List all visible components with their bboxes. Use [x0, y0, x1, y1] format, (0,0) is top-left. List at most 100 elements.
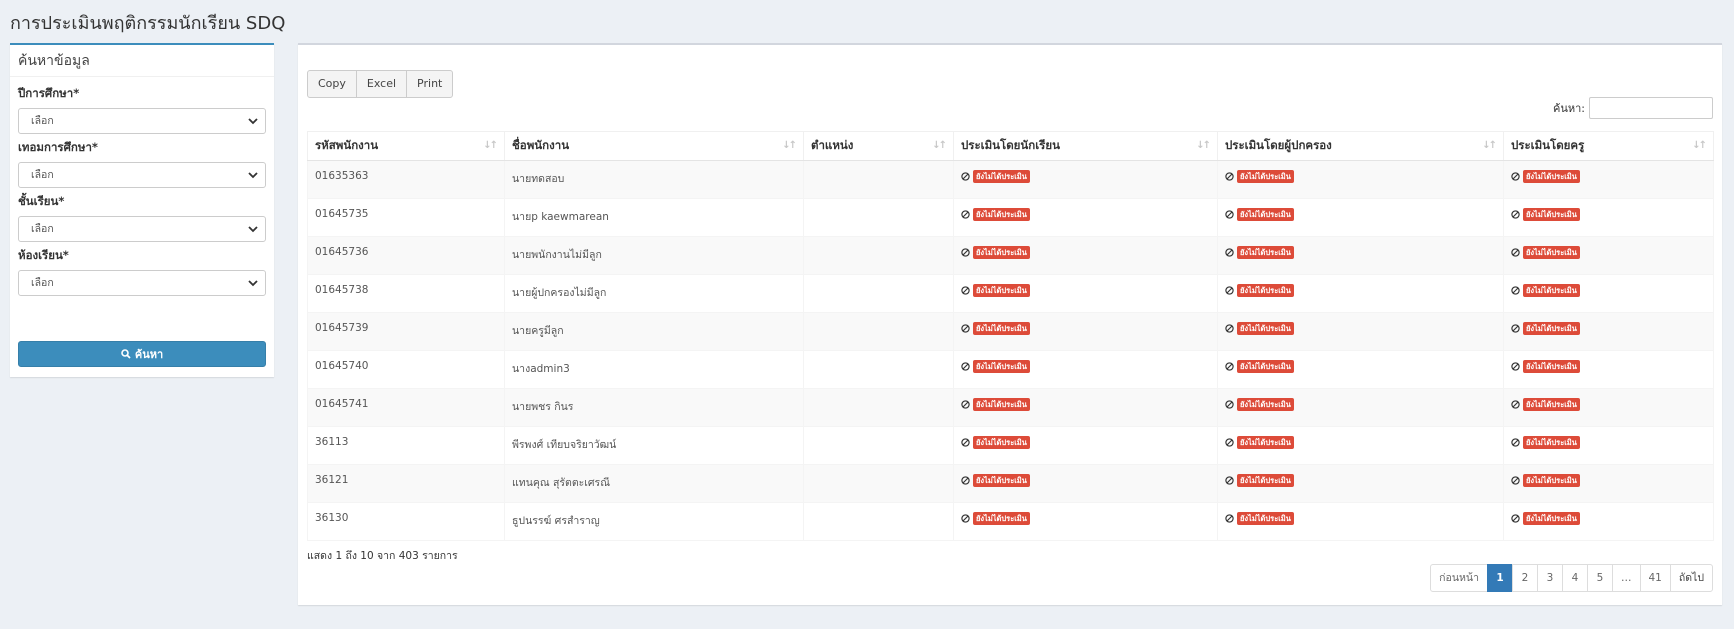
status-indicator: ยังไม่ได้ประเมิน	[1511, 360, 1706, 373]
status-indicator: ยังไม่ได้ประเมิน	[1225, 474, 1496, 487]
sort-icon: ↓↑	[932, 140, 947, 151]
cell-status-teacher: ยังไม่ได้ประเมิน	[1503, 236, 1714, 275]
cell-status-parent: ยังไม่ได้ประเมิน	[1217, 312, 1504, 351]
ban-icon	[1225, 324, 1234, 333]
table-row: 36130 ธูปนรรฆ์ ศรสำราญ ยังไม่ได้ประเมิน ยัง…	[307, 502, 1714, 541]
cell-status-parent: ยังไม่ได้ประเมิน	[1217, 426, 1504, 465]
ban-icon	[1225, 514, 1234, 523]
column-header-by-parent[interactable]: ประเมินโดยผู้ปกครอง ↓↑	[1217, 131, 1504, 161]
cell-employee-id: 01645739	[307, 312, 505, 351]
table-info: แสดง 1 ถึง 10 จาก 403 รายการ	[307, 550, 458, 562]
status-indicator: ยังไม่ได้ประเมิน	[1225, 284, 1496, 297]
cell-status-teacher: ยังไม่ได้ประเมิน	[1503, 502, 1714, 541]
pagination-page-41[interactable]: 41	[1639, 564, 1671, 592]
academic-year-value: เลือก	[31, 115, 54, 127]
grade-level-select[interactable]: เลือก	[18, 216, 266, 242]
pagination-page-3[interactable]: 3	[1537, 564, 1563, 592]
ban-icon	[961, 438, 970, 447]
not-evaluated-badge: ยังไม่ได้ประเมิน	[973, 170, 1030, 183]
cell-position	[803, 198, 954, 237]
column-header-by-teacher[interactable]: ประเมินโดยครู ↓↑	[1503, 131, 1714, 161]
cell-status-parent: ยังไม่ได้ประเมิน	[1217, 464, 1504, 503]
not-evaluated-badge: ยังไม่ได้ประเมิน	[1237, 284, 1294, 297]
cell-position	[803, 350, 954, 389]
cell-status-student: ยังไม่ได้ประเมิน	[953, 198, 1218, 237]
cell-position	[803, 160, 954, 199]
chevron-down-icon	[246, 217, 260, 241]
classroom-select[interactable]: เลือก	[18, 270, 266, 296]
excel-button[interactable]: Excel	[355, 70, 408, 98]
ban-icon	[961, 362, 970, 371]
cell-employee-name: นายp kaewmarean	[504, 198, 804, 237]
column-header-position[interactable]: ตำแหน่ง ↓↑	[803, 131, 954, 161]
status-indicator: ยังไม่ได้ประเมิน	[961, 360, 1210, 373]
ban-icon	[961, 400, 970, 409]
semester-select[interactable]: เลือก	[18, 162, 266, 188]
cell-status-teacher: ยังไม่ได้ประเมิน	[1503, 350, 1714, 389]
not-evaluated-badge: ยังไม่ได้ประเมิน	[1237, 246, 1294, 259]
cell-position	[803, 236, 954, 275]
cell-status-parent: ยังไม่ได้ประเมิน	[1217, 502, 1504, 541]
status-indicator: ยังไม่ได้ประเมิน	[961, 398, 1210, 411]
ban-icon	[961, 476, 970, 485]
pagination-next-button[interactable]: ถัดไป	[1669, 564, 1713, 592]
classroom-label: ห้องเรียน*	[18, 248, 69, 262]
table-row: 01645735 นายp kaewmarean ยังไม่ได้ประเมิน ย…	[307, 198, 1714, 237]
export-buttons: Copy Excel Print	[307, 70, 454, 98]
pagination-page-2[interactable]: 2	[1512, 564, 1538, 592]
table-header-row: รหัสพนักงาน ↓↑ ชื่อพนักงาน ↓↑ ตำแหน่ง ↓↑ ปร…	[307, 131, 1714, 161]
cell-status-student: ยังไม่ได้ประเมิน	[953, 464, 1218, 503]
cell-position	[803, 312, 954, 351]
not-evaluated-badge: ยังไม่ได้ประเมิน	[1523, 246, 1580, 259]
search-icon	[121, 349, 131, 359]
search-panel-title: ค้นหาข้อมูล	[10, 45, 274, 77]
academic-year-select[interactable]: เลือก	[18, 108, 266, 134]
not-evaluated-badge: ยังไม่ได้ประเมิน	[1237, 398, 1294, 411]
semester-group: เทอมการศึกษา* เลือก	[18, 139, 266, 188]
column-header-employee-name[interactable]: ชื่อพนักงาน ↓↑	[504, 131, 804, 161]
cell-status-teacher: ยังไม่ได้ประเมิน	[1503, 426, 1714, 465]
cell-employee-name: แทนคุณ สุรัตตะเศรณี	[504, 464, 804, 503]
pagination-page-4[interactable]: 4	[1562, 564, 1588, 592]
semester-label: เทอมการศึกษา*	[18, 140, 98, 154]
not-evaluated-badge: ยังไม่ได้ประเมิน	[1523, 436, 1580, 449]
not-evaluated-badge: ยังไม่ได้ประเมิน	[1237, 170, 1294, 183]
pagination-page-5[interactable]: 5	[1587, 564, 1613, 592]
cell-position	[803, 464, 954, 503]
ban-icon	[1511, 400, 1520, 409]
chevron-down-icon	[246, 271, 260, 295]
not-evaluated-badge: ยังไม่ได้ประเมิน	[973, 360, 1030, 373]
sort-icon: ↓↑	[1196, 140, 1211, 151]
column-header-by-student[interactable]: ประเมินโดยนักเรียน ↓↑	[953, 131, 1218, 161]
cell-status-parent: ยังไม่ได้ประเมิน	[1217, 274, 1504, 313]
cell-employee-name: นางadmin3	[504, 350, 804, 389]
ban-icon	[1225, 476, 1234, 485]
not-evaluated-badge: ยังไม่ได้ประเมิน	[1523, 398, 1580, 411]
ban-icon	[1225, 286, 1234, 295]
cell-position	[803, 426, 954, 465]
table-row: 01645736 นายพนักงานไม่มีลูก ยังไม่ได้ประเม…	[307, 236, 1714, 275]
sort-icon: ↓↑	[1692, 140, 1707, 151]
table-search-input[interactable]	[1589, 97, 1713, 119]
column-header-employee-id[interactable]: รหัสพนักงาน ↓↑	[307, 131, 505, 161]
copy-button[interactable]: Copy	[307, 70, 357, 98]
cell-status-parent: ยังไม่ได้ประเมิน	[1217, 160, 1504, 199]
cell-status-student: ยังไม่ได้ประเมิน	[953, 350, 1218, 389]
search-button[interactable]: ค้นหา	[18, 341, 266, 367]
print-button[interactable]: Print	[406, 70, 454, 98]
not-evaluated-badge: ยังไม่ได้ประเมิน	[973, 322, 1030, 335]
search-button-label: ค้นหา	[134, 348, 164, 361]
classroom-group: ห้องเรียน* เลือก	[18, 247, 266, 296]
ban-icon	[1511, 172, 1520, 181]
cell-status-student: ยังไม่ได้ประเมิน	[953, 236, 1218, 275]
pagination-page-1[interactable]: 1	[1487, 564, 1513, 592]
sort-icon: ↓↑	[483, 140, 498, 151]
pagination-ellipsis: …	[1612, 564, 1641, 592]
ban-icon	[961, 210, 970, 219]
status-indicator: ยังไม่ได้ประเมิน	[1511, 322, 1706, 335]
pagination-prev-button[interactable]: ก่อนหน้า	[1430, 564, 1488, 592]
cell-employee-name: พีรพงศ์ เทียบจริยาวัฒน์	[504, 426, 804, 465]
cell-status-teacher: ยังไม่ได้ประเมิน	[1503, 160, 1714, 199]
table-row: 01635363 นายทดสอบ ยังไม่ได้ประเมิน ยังไม่ได…	[307, 160, 1714, 199]
table-filter: ค้นหา:	[1553, 97, 1713, 119]
